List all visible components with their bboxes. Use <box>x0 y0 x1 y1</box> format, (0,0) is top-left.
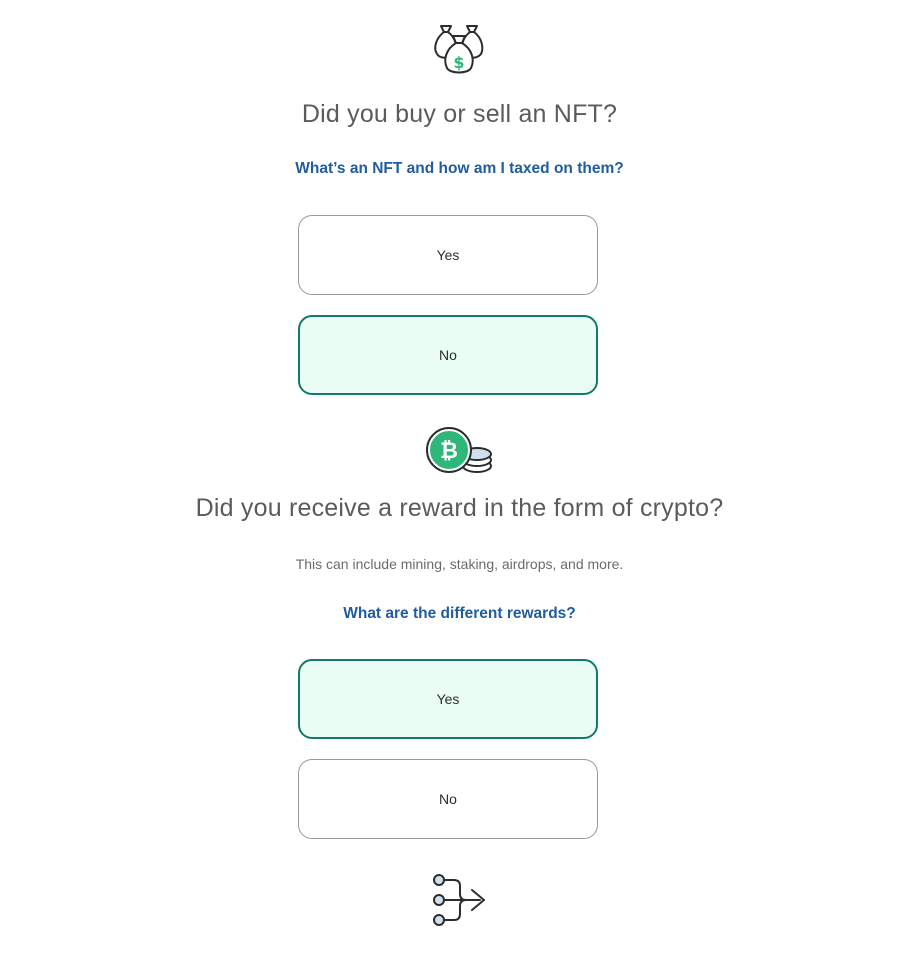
nft-help-link-text[interactable]: What’s an NFT and how am I taxed on them… <box>295 160 623 177</box>
crypto-questionnaire-page: $ Did you buy or sell an NFT? What’s an … <box>0 0 919 953</box>
reward-yes-label: Yes <box>436 691 460 707</box>
reward-help-link-text[interactable]: What are the different rewards? <box>343 605 576 622</box>
reward-no-button[interactable]: No <box>298 759 598 839</box>
nft-no-button[interactable]: No <box>298 315 598 395</box>
reward-yes-button[interactable]: Yes <box>298 659 598 739</box>
nft-no-label: No <box>439 347 457 363</box>
nft-help-link: What’s an NFT and how am I taxed on them… <box>0 160 919 178</box>
nft-yes-button[interactable]: Yes <box>298 215 598 295</box>
bitcoin-coins-icon: ₿ <box>0 426 919 476</box>
reward-subtext: This can include mining, staking, airdro… <box>295 556 624 572</box>
nft-yes-label: Yes <box>436 247 460 263</box>
money-bags-icon: $ <box>0 24 919 78</box>
reward-question-heading: Did you receive a reward in the form of … <box>195 494 724 522</box>
reward-no-label: No <box>439 791 457 807</box>
reward-help-link: What are the different rewards? <box>0 605 919 623</box>
nft-question-heading: Did you buy or sell an NFT? <box>301 100 618 128</box>
transfer-arrow-icon <box>0 872 919 930</box>
svg-text:₿: ₿ <box>440 439 458 464</box>
svg-text:$: $ <box>453 53 464 72</box>
